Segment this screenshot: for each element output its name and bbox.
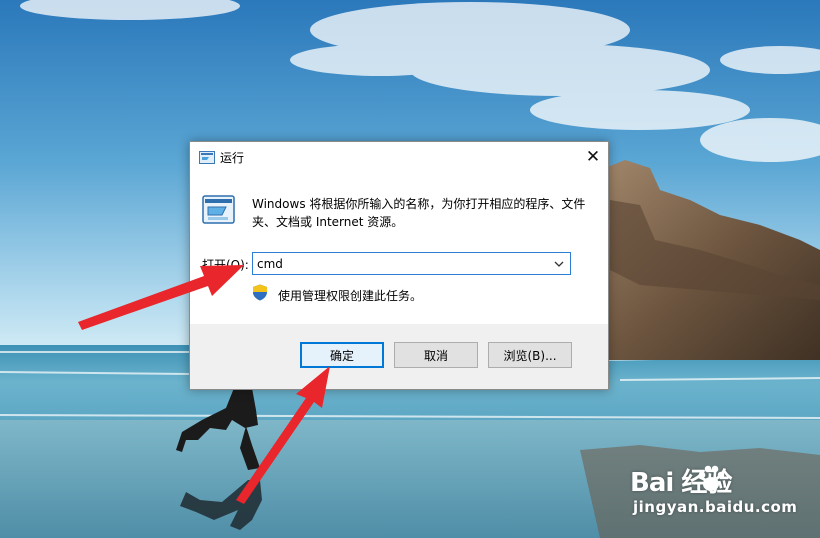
- close-icon: ✕: [585, 147, 601, 167]
- dropdown-button[interactable]: [550, 255, 568, 272]
- dialog-description: Windows 将根据你所输入的名称，为你打开相应的程序、文件夹、文档或 Int…: [252, 197, 586, 229]
- command-input[interactable]: [253, 253, 547, 274]
- watermark-site: jingyan.baidu.com: [633, 498, 798, 516]
- dialog-footer: 确定 取消 浏览(B)...: [190, 324, 608, 389]
- baidu-watermark: Bai 经验 jingyan.baidu.com: [630, 462, 810, 532]
- dialog-title: 运行: [220, 151, 245, 165]
- admin-note: 使用管理权限创建此任务。: [278, 289, 423, 303]
- title-bar[interactable]: 运行 ✕: [190, 142, 608, 173]
- shield-icon: [253, 284, 267, 301]
- browse-button[interactable]: 浏览(B)...: [488, 342, 572, 368]
- close-button[interactable]: ✕: [578, 142, 608, 172]
- run-dialog: 运行 ✕ Windows 将根据你所输入的名称，为你打开相应的程序、文件夹、文档…: [189, 141, 609, 390]
- run-icon: [199, 151, 215, 164]
- run-icon: [202, 195, 235, 224]
- cancel-button[interactable]: 取消: [394, 342, 478, 368]
- open-label: 打开(O):: [202, 258, 249, 272]
- ok-button[interactable]: 确定: [300, 342, 384, 368]
- baidu-paw-icon: [698, 465, 725, 491]
- open-combobox[interactable]: [252, 252, 571, 275]
- chevron-down-icon: [554, 261, 564, 267]
